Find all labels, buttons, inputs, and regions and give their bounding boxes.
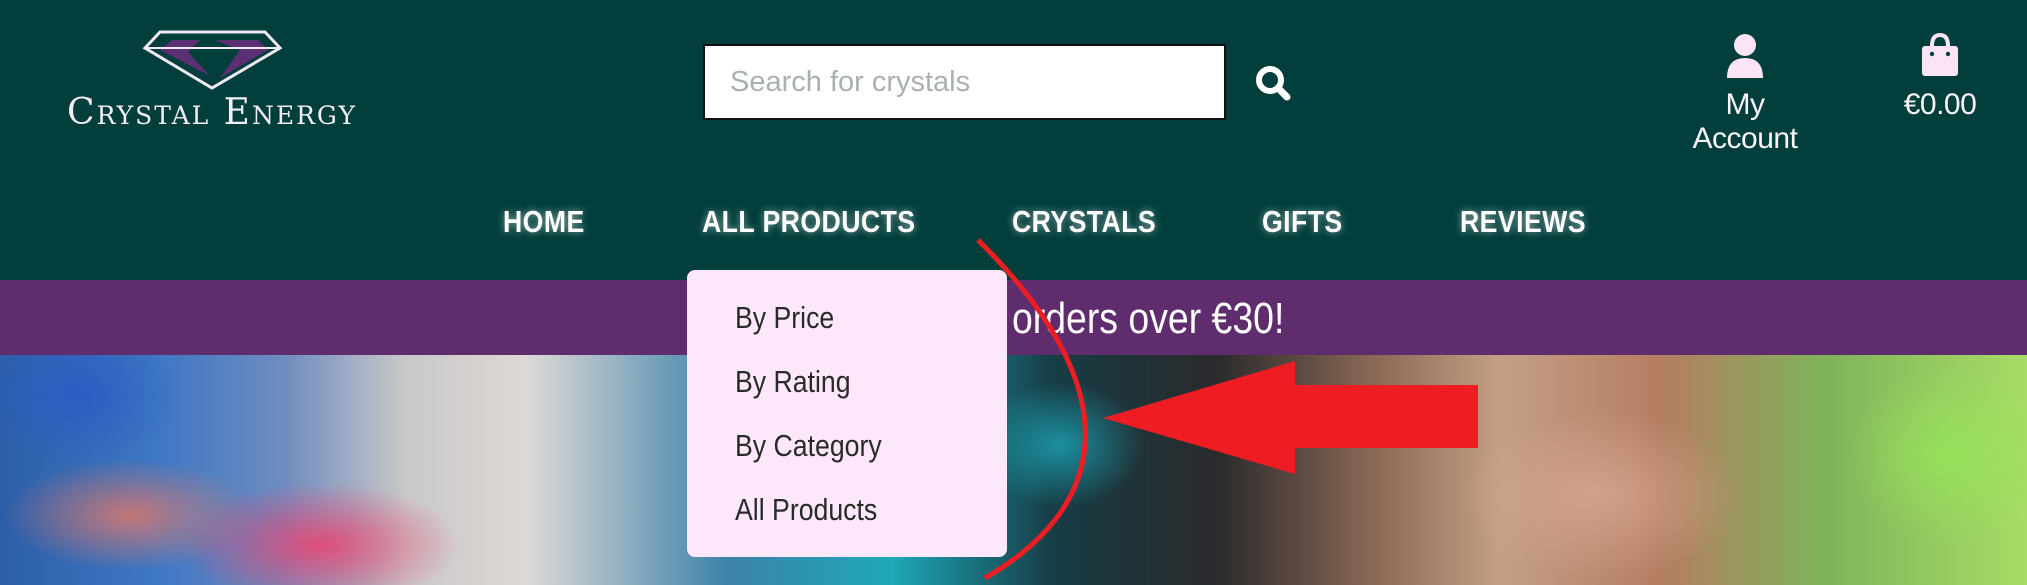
dropdown-item-all-products[interactable]: All Products bbox=[735, 492, 877, 528]
nav-home[interactable]: HOME bbox=[503, 204, 585, 240]
dropdown-item-by-price[interactable]: By Price bbox=[735, 300, 834, 336]
nav-reviews[interactable]: REVIEWS bbox=[1460, 204, 1586, 240]
my-account-link[interactable]: My Account bbox=[1670, 32, 1820, 155]
user-icon bbox=[1727, 34, 1763, 78]
shopping-bag-icon bbox=[1922, 32, 1958, 76]
site-header: Crystal Energy My Account €0.00 HOME ALL… bbox=[0, 0, 2027, 280]
search-button[interactable] bbox=[1252, 58, 1296, 108]
nav-crystals[interactable]: CRYSTALS bbox=[1012, 204, 1156, 240]
cart-link[interactable]: €0.00 bbox=[1895, 32, 1985, 132]
dropdown-item-by-category[interactable]: By Category bbox=[735, 428, 882, 464]
hero-image bbox=[0, 355, 2027, 585]
hero-crystals-overlay bbox=[0, 355, 2027, 585]
promo-banner-text: orders over €30! bbox=[1012, 294, 1285, 343]
all-products-dropdown: By Price By Rating By Category All Produ… bbox=[687, 270, 1007, 557]
crystal-logo-icon bbox=[142, 30, 283, 90]
cart-total: €0.00 bbox=[1903, 88, 1977, 121]
site-logo[interactable]: Crystal Energy bbox=[52, 30, 372, 140]
nav-gifts[interactable]: GIFTS bbox=[1262, 204, 1343, 240]
search-icon bbox=[1256, 66, 1291, 101]
nav-all-products[interactable]: ALL PRODUCTS bbox=[702, 204, 916, 240]
dropdown-item-by-rating[interactable]: By Rating bbox=[735, 364, 851, 400]
promo-banner: orders over €30! bbox=[0, 280, 2027, 355]
logo-wordmark: Crystal Energy bbox=[67, 92, 357, 133]
my-account-label: My Account bbox=[1692, 88, 1798, 155]
search-input[interactable] bbox=[703, 44, 1226, 120]
